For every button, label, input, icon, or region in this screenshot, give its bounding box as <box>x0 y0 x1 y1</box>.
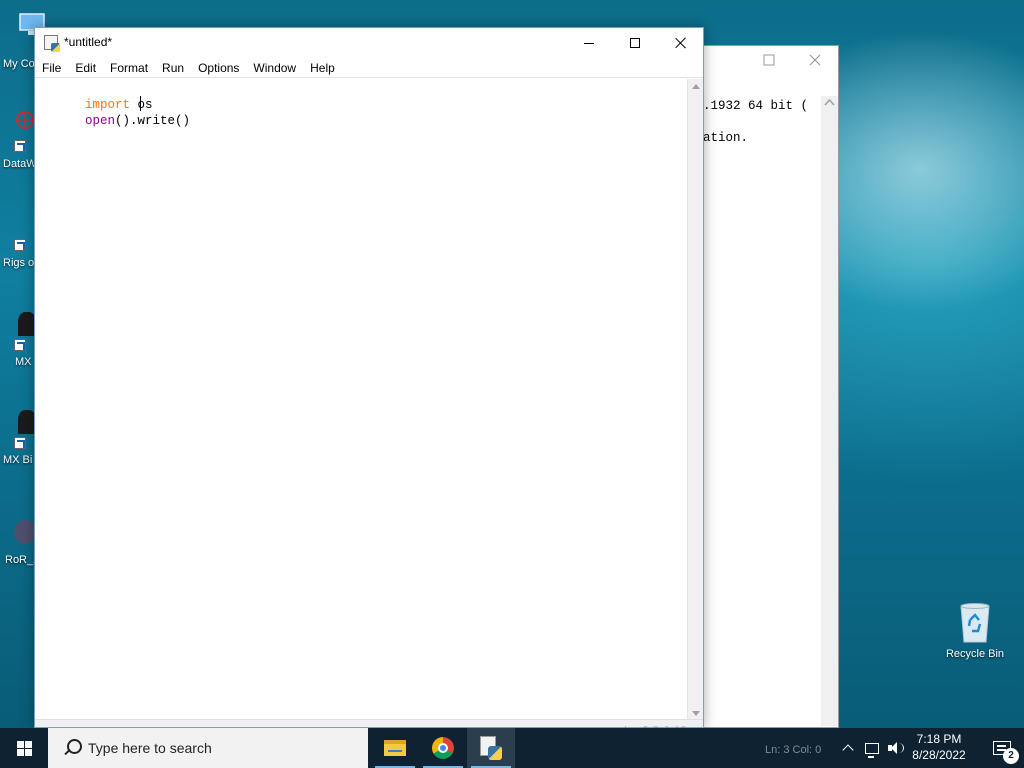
builtin-token: open <box>85 114 116 128</box>
desktop-icon-label: My Co <box>3 58 35 70</box>
status-bar <box>35 719 703 727</box>
app-shortcut-icon <box>14 110 36 132</box>
background-shell-window[interactable]: .1932 64 bit ( ation. Ln: 3 Col: 0 <box>690 45 839 756</box>
app-shortcut-icon <box>14 520 36 544</box>
menu-format[interactable]: Format <box>103 58 155 78</box>
scroll-down-icon[interactable] <box>692 711 700 716</box>
windows-logo-icon <box>16 740 32 756</box>
background-status-text: Ln: 3 Col: 0 <box>765 744 822 756</box>
clock-date: 8/28/2022 <box>912 748 966 762</box>
menu-bar: File Edit Format Run Options Window Help <box>35 58 703 78</box>
search-box[interactable]: Type here to search <box>48 728 368 768</box>
maximize-icon <box>630 38 640 48</box>
desktop-icon-label: MX Bi <box>3 454 33 466</box>
menu-window[interactable]: Window <box>246 58 303 78</box>
code-line: open().write() <box>40 97 190 145</box>
code-token: ().write( <box>115 114 183 128</box>
volume-button[interactable] <box>884 728 908 768</box>
file-explorer-icon <box>384 740 406 756</box>
system-tray <box>836 728 908 768</box>
start-button[interactable] <box>0 728 48 768</box>
maximize-button[interactable] <box>747 50 791 72</box>
desktop-icon-mx[interactable]: MX <box>0 312 36 372</box>
taskbar-file-explorer[interactable] <box>371 728 419 768</box>
chevron-up-icon <box>842 744 854 756</box>
minimize-icon <box>584 42 594 44</box>
text-caret <box>140 96 141 111</box>
search-placeholder: Type here to search <box>88 740 212 756</box>
chrome-icon <box>432 737 454 759</box>
notification-count-badge: 2 <box>1003 748 1019 764</box>
shell-output-line: .1932 64 bit ( <box>703 99 809 113</box>
minimize-button[interactable] <box>566 28 612 58</box>
close-button[interactable] <box>793 50 837 72</box>
clock[interactable]: 7:18 PM 8/28/2022 <box>906 731 972 763</box>
code-editor[interactable]: import os open().write() <box>35 79 687 721</box>
python-file-icon <box>44 35 60 52</box>
desktop-icon-rigs[interactable]: Rigs o <box>0 230 36 280</box>
idle-editor-window[interactable]: *untitled* File Edit Format Run Options … <box>34 27 704 737</box>
recycle-bin-icon <box>958 602 992 644</box>
search-icon <box>62 738 82 758</box>
clock-time: 7:18 PM <box>916 732 962 746</box>
shortcut-arrow-icon <box>14 339 26 351</box>
network-button[interactable] <box>860 728 884 768</box>
desktop-icon-label: MX <box>15 356 32 368</box>
show-hidden-icons-button[interactable] <box>836 728 860 768</box>
taskbar-chrome[interactable] <box>419 728 467 768</box>
menu-file[interactable]: File <box>35 58 68 78</box>
window-title: *untitled* <box>64 35 113 49</box>
vertical-scrollbar[interactable] <box>821 96 838 726</box>
recycle-bin-label: Recycle Bin <box>945 648 1005 660</box>
scroll-up-icon[interactable] <box>692 84 700 89</box>
shell-output-line: ation. <box>703 131 749 145</box>
maximize-button[interactable] <box>612 28 658 58</box>
desktop-icon-ror[interactable]: RoR_2 <box>0 520 39 570</box>
shortcut-arrow-icon <box>14 437 26 449</box>
menu-options[interactable]: Options <box>191 58 246 78</box>
desktop-icon-label: DataW <box>3 158 37 170</box>
volume-icon <box>888 741 904 755</box>
background-window-titlebar[interactable] <box>691 46 838 76</box>
code-token: ) <box>182 114 191 128</box>
shortcut-arrow-icon <box>14 140 26 152</box>
menu-help[interactable]: Help <box>303 58 342 78</box>
desktop-icon-label: Rigs o <box>3 257 35 269</box>
shortcut-arrow-icon <box>14 239 26 251</box>
desktop-icon-dataw[interactable]: DataW <box>0 110 37 174</box>
taskbar-python-idle[interactable] <box>467 728 515 768</box>
desktop-icon-mx-bi[interactable]: MX Bi <box>0 410 36 470</box>
vertical-scrollbar[interactable] <box>687 79 703 721</box>
taskbar: Type here to search Ln: 3 Col: 0 7:18 PM… <box>0 728 1024 768</box>
python-idle-icon <box>480 736 502 760</box>
editor-titlebar[interactable]: *untitled* <box>35 28 703 58</box>
action-center-button[interactable]: 2 <box>980 728 1024 768</box>
desktop-icon-my-computer[interactable]: My Co <box>0 12 45 76</box>
desktop-icon-recycle-bin[interactable]: Recycle Bin <box>940 600 1010 660</box>
menu-edit[interactable]: Edit <box>68 58 103 78</box>
close-icon <box>675 37 687 49</box>
network-icon <box>865 742 879 758</box>
menu-run[interactable]: Run <box>155 58 191 78</box>
close-button[interactable] <box>658 28 704 58</box>
